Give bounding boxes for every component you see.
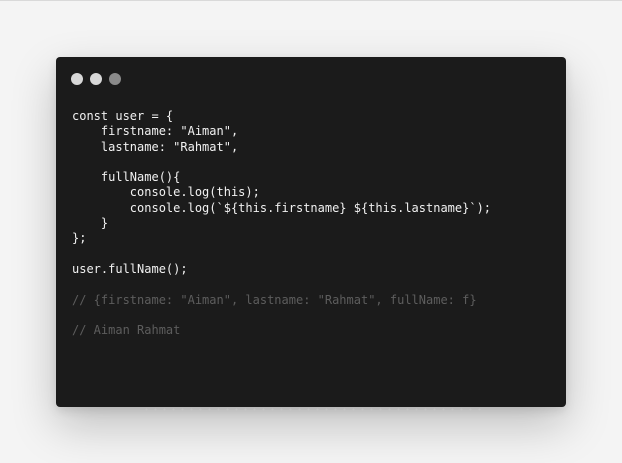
code-line: user.fullName(); — [72, 261, 188, 276]
code-line: } — [72, 216, 109, 231]
code-line: lastname: "Rahmat", — [72, 139, 239, 154]
code-snippet: const user = { firstname: "Aiman", lastn… — [72, 109, 491, 338]
code-window: const user = { firstname: "Aiman", lastn… — [56, 57, 566, 407]
code-line: firstname: "Aiman", — [72, 124, 239, 139]
code-comment-line: // {firstname: "Aiman", lastname: "Rahma… — [72, 292, 477, 307]
window-controls — [71, 72, 121, 85]
code-line: fullName(){ — [72, 170, 181, 185]
code-line: console.log(`${this.firstname} ${this.la… — [72, 200, 492, 215]
code-line: const user = { — [72, 109, 174, 123]
decorative-dots — [142, 408, 482, 411]
code-comment-line: // Aiman Rahmat — [72, 323, 181, 338]
top-divider — [0, 0, 622, 1]
window-dot-icon — [90, 72, 102, 85]
code-line: }; — [72, 231, 87, 246]
code-line: console.log(this); — [72, 185, 260, 200]
window-dot-icon — [71, 72, 83, 85]
window-dot-icon — [109, 72, 121, 85]
